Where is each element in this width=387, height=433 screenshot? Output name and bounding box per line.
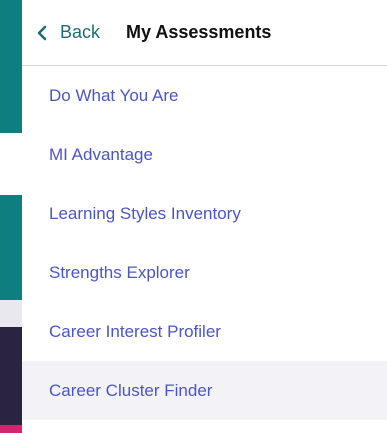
assessments-drawer: Back My Assessments Do What You Are MI A… bbox=[22, 0, 387, 433]
page: Back My Assessments Do What You Are MI A… bbox=[0, 0, 387, 433]
assessment-menu: Do What You Are MI Advantage Learning St… bbox=[22, 66, 387, 420]
background-segment bbox=[0, 195, 22, 300]
menu-item-strengths-explorer[interactable]: Strengths Explorer bbox=[22, 243, 387, 302]
back-button[interactable]: Back bbox=[34, 22, 100, 43]
chevron-left-icon bbox=[34, 25, 50, 41]
background-segment bbox=[0, 300, 22, 327]
menu-item-career-interest-profiler[interactable]: Career Interest Profiler bbox=[22, 302, 387, 361]
drawer-header: Back My Assessments bbox=[22, 0, 387, 66]
menu-item-mi-advantage[interactable]: MI Advantage bbox=[22, 125, 387, 184]
page-title: My Assessments bbox=[126, 22, 272, 42]
background-page-strip bbox=[0, 0, 22, 433]
menu-item-learning-styles-inventory[interactable]: Learning Styles Inventory bbox=[22, 184, 387, 243]
back-label: Back bbox=[60, 22, 101, 42]
menu-item-do-what-you-are[interactable]: Do What You Are bbox=[22, 66, 387, 125]
background-segment bbox=[0, 327, 22, 425]
background-segment bbox=[0, 425, 22, 433]
background-segment bbox=[0, 0, 22, 133]
background-segment bbox=[0, 133, 22, 195]
menu-item-career-cluster-finder[interactable]: Career Cluster Finder bbox=[22, 361, 387, 420]
